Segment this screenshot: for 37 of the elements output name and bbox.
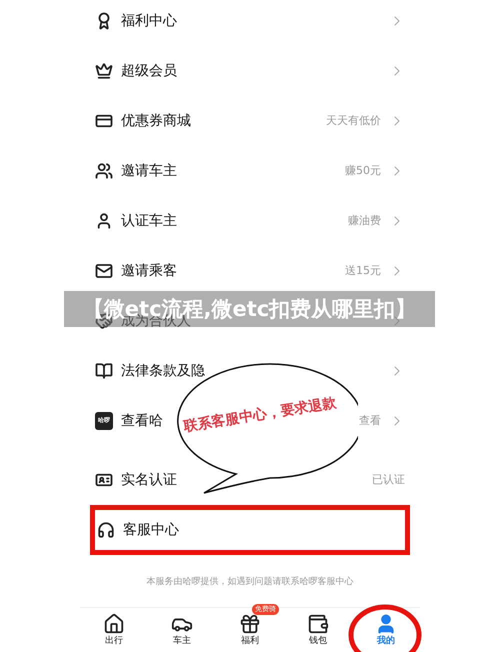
tab[interactable]: 钱包	[290, 608, 346, 652]
menu-label[interactable]: 法律条款及隐	[121, 360, 205, 382]
tab-label: 我的	[377, 635, 395, 648]
crown-icon	[95, 62, 113, 80]
tab-label: 福利	[241, 635, 259, 648]
menu-hint: 赚油费	[348, 212, 381, 229]
home-icon	[103, 613, 125, 635]
menu-label[interactable]: 邀请车主	[121, 160, 177, 182]
users-icon	[95, 162, 113, 180]
book-icon	[95, 362, 113, 380]
envelope-icon	[95, 262, 113, 280]
tab-label: 车主	[173, 635, 191, 648]
menu-hint: 赚50元	[345, 162, 381, 179]
tab-label: 出行	[105, 635, 123, 648]
id-card-icon	[95, 471, 113, 489]
menu-hint: 天天有低价	[326, 112, 381, 129]
menu-label[interactable]: 邀请乘客	[121, 260, 177, 282]
tab-label: 钱包	[309, 635, 327, 648]
headset-icon	[97, 521, 115, 539]
menu-label[interactable]: 认证车主	[121, 210, 177, 232]
tab[interactable]: 车主	[154, 608, 210, 652]
menu-hint: 送15元	[345, 262, 381, 279]
menu-hint: 已认证	[372, 472, 405, 488]
menu-label[interactable]: 优惠券商城	[121, 110, 191, 132]
callout-text: 联系客服中心，要求退款	[182, 394, 338, 437]
menu-hint: 查看	[359, 412, 381, 429]
tab[interactable]: 出行	[86, 608, 142, 652]
menu-label[interactable]: 福利中心	[121, 10, 177, 32]
menu-label[interactable]: 客服中心	[123, 520, 179, 540]
card-icon	[95, 112, 113, 130]
menu-label[interactable]: 查看哈	[121, 410, 163, 432]
user-icon	[95, 212, 113, 230]
footer-note: 本服务由哈啰提供，如遇到问题请联系哈啰客服中心	[146, 576, 354, 589]
gift-icon	[239, 613, 261, 635]
menu-label[interactable]: 超级会员	[121, 60, 177, 82]
wallet-icon	[307, 613, 329, 635]
menu-label[interactable]: 实名认证	[121, 470, 177, 490]
